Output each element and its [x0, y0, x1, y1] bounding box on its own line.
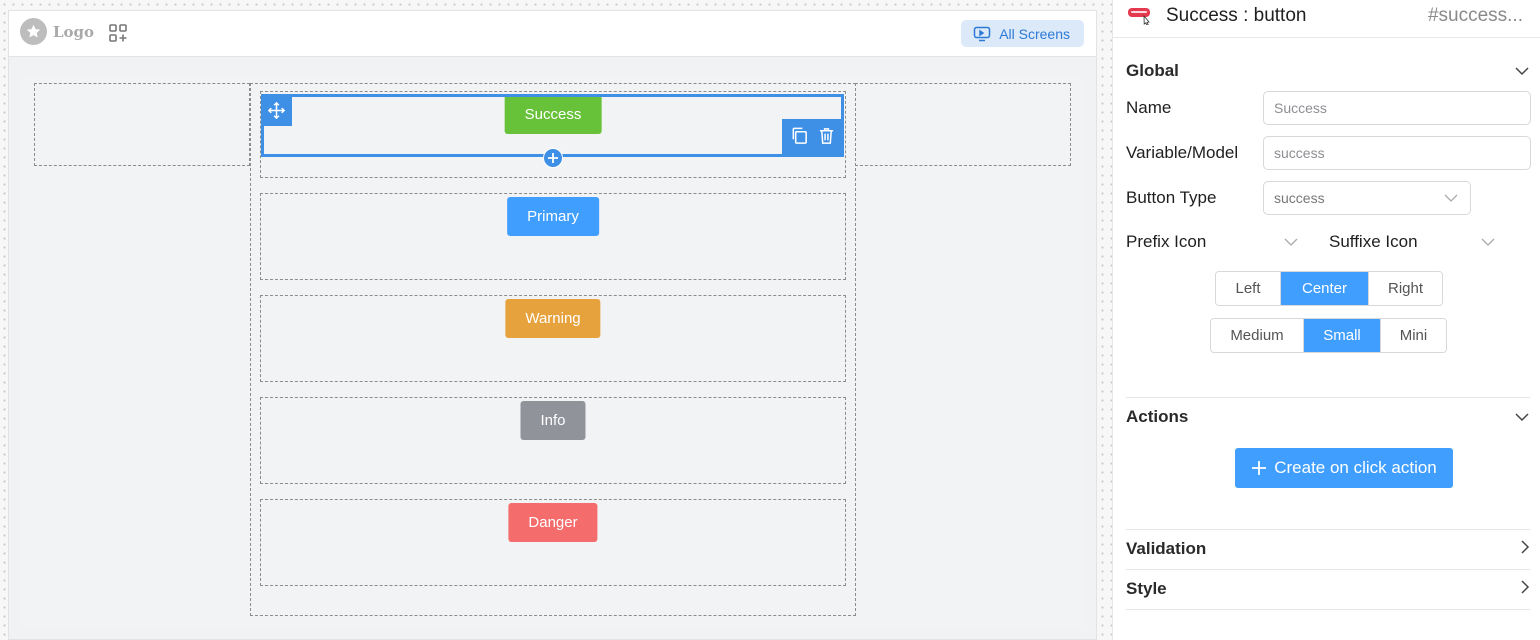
validation-heading: Validation [1126, 539, 1207, 558]
chevron-right-icon [1520, 539, 1530, 560]
button-type-select[interactable]: success [1263, 181, 1471, 215]
component-id: #success... [1427, 5, 1523, 26]
chevron-right-icon [1520, 579, 1530, 600]
chevron-down-icon [1444, 194, 1458, 202]
actions-heading: Actions [1126, 407, 1189, 426]
selection-outline [261, 94, 844, 168]
screen-icon [973, 26, 991, 41]
button-container-info[interactable]: Info [260, 397, 846, 484]
chevron-down-icon [1481, 238, 1495, 246]
danger-button[interactable]: Danger [508, 503, 598, 542]
size-mini-option[interactable]: Mini [1381, 319, 1446, 352]
layout-cell-right[interactable] [855, 83, 1071, 166]
warning-button[interactable]: Warning [505, 299, 601, 338]
style-section-header[interactable]: Style [1126, 569, 1530, 609]
add-below-icon[interactable] [542, 148, 563, 168]
create-click-action-button[interactable]: Create on click action [1235, 448, 1453, 488]
logo-star-icon [20, 18, 47, 45]
button-container-danger[interactable]: Danger [260, 499, 846, 586]
button-type-value: success [1274, 190, 1325, 206]
global-heading: Global [1126, 61, 1179, 80]
align-left-option[interactable]: Left [1216, 272, 1281, 305]
chevron-down-icon [1514, 61, 1530, 81]
chevron-down-icon [1284, 238, 1298, 246]
button-type-label: Button Type [1126, 188, 1217, 207]
validation-section-header[interactable]: Validation [1126, 529, 1530, 569]
button-component-icon [1127, 7, 1153, 30]
divider [1126, 609, 1530, 610]
panel-header: Success : button #success... [1113, 0, 1540, 38]
primary-button[interactable]: Primary [507, 197, 599, 236]
size-toggle: Medium Small Mini [1210, 318, 1447, 353]
global-section-header[interactable]: Global [1126, 51, 1530, 91]
actions-section-header[interactable]: Actions [1126, 397, 1530, 437]
create-click-action-label: Create on click action [1274, 458, 1437, 477]
align-center-option[interactable]: Center [1281, 272, 1369, 305]
logo-text: Logo [53, 23, 95, 41]
size-medium-option[interactable]: Medium [1211, 319, 1304, 352]
canvas-page: Success Primary Warning Info Danger [21, 75, 1084, 630]
variable-input[interactable]: success [1263, 136, 1531, 170]
component-toolbar [782, 119, 844, 157]
button-container-warning[interactable]: Warning [260, 295, 846, 382]
info-button[interactable]: Info [520, 401, 586, 440]
app-header: Logo All Screens [9, 11, 1096, 57]
suffix-icon-select[interactable]: Suffixe Icon [1329, 232, 1495, 252]
duplicate-icon[interactable] [790, 126, 809, 150]
app-canvas-frame: Logo All Screens Success Primary Warning [8, 10, 1097, 640]
all-screens-button[interactable]: All Screens [961, 20, 1084, 47]
button-container-primary[interactable]: Primary [260, 193, 846, 280]
name-label: Name [1126, 98, 1172, 117]
name-input[interactable]: Success [1263, 91, 1531, 125]
suffix-icon-label: Suffixe Icon [1329, 232, 1418, 251]
chevron-down-icon [1514, 407, 1530, 427]
variable-label: Variable/Model [1126, 143, 1239, 162]
properties-panel: Success : button #success... Global Name… [1112, 0, 1540, 640]
move-icon[interactable] [261, 94, 292, 126]
size-small-option[interactable]: Small [1304, 319, 1381, 352]
align-right-option[interactable]: Right [1369, 272, 1442, 305]
layout-cell-left[interactable] [34, 83, 250, 166]
plus-icon [1252, 461, 1267, 475]
add-widget-icon[interactable] [108, 23, 128, 48]
delete-icon[interactable] [817, 126, 836, 150]
panel-title: Success : button [1166, 5, 1307, 26]
style-heading: Style [1126, 579, 1167, 598]
all-screens-label: All Screens [999, 25, 1070, 42]
prefix-icon-select[interactable]: Prefix Icon [1126, 232, 1298, 252]
alignment-toggle: Left Center Right [1215, 271, 1443, 306]
prefix-icon-label: Prefix Icon [1126, 232, 1207, 251]
